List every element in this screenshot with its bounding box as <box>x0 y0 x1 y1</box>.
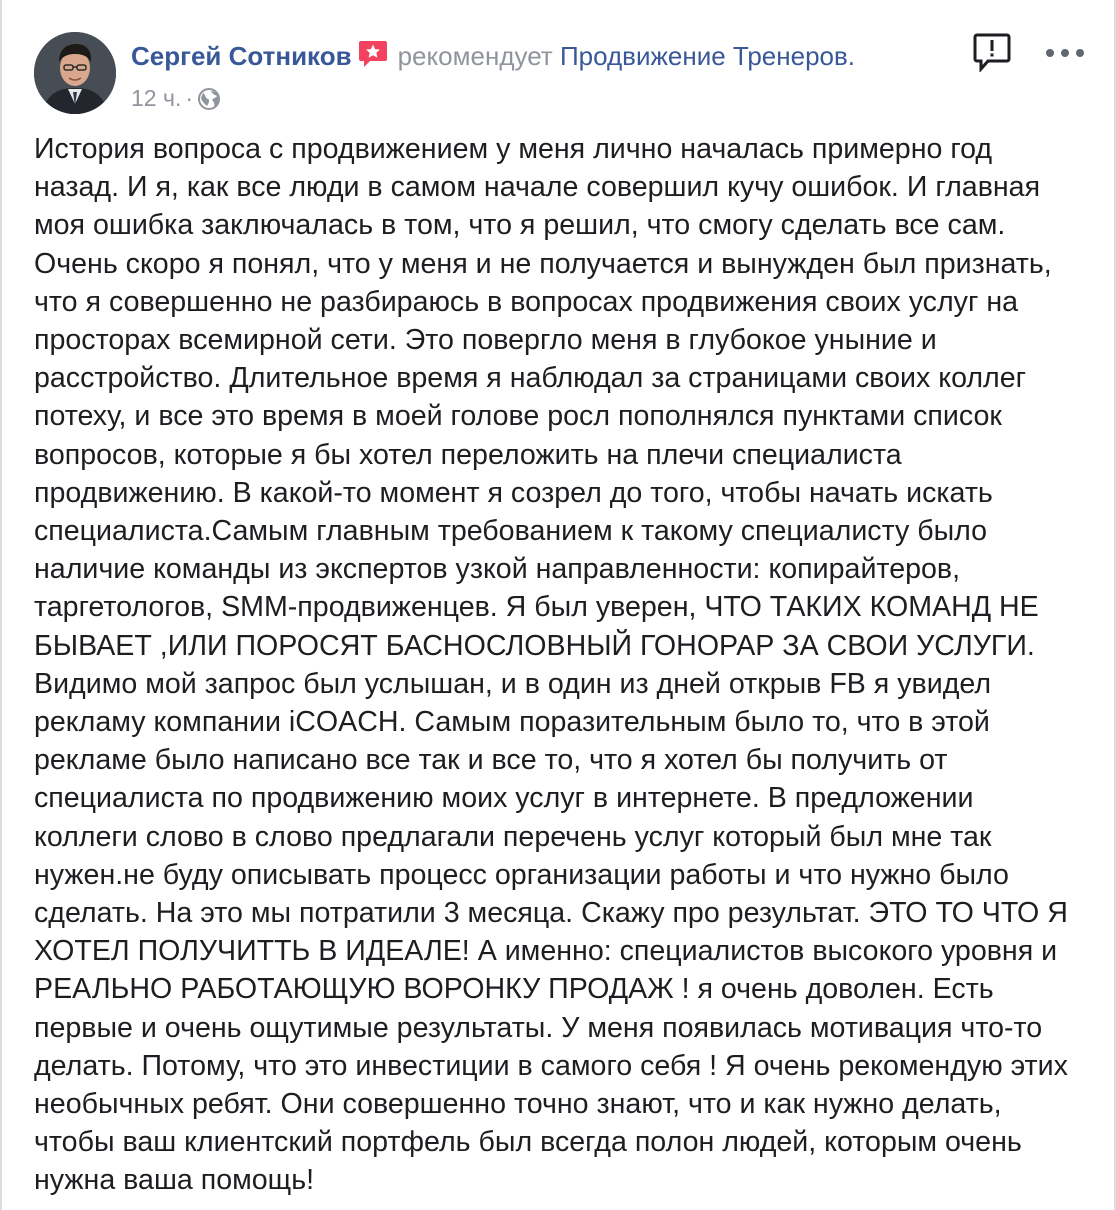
post-meta-line: 12 ч. · <box>131 83 855 118</box>
recommended-page-link[interactable]: Продвижение Тренеров. <box>560 41 855 71</box>
post-body-text: История вопроса с продвижением у меня ли… <box>34 133 1068 1197</box>
more-options-icon[interactable] <box>1042 42 1088 64</box>
post-header-text: Сергей Сотников рекомендует Продвижение … <box>131 38 855 118</box>
action-verb: рекомендует <box>397 41 553 71</box>
post-header: Сергей Сотников рекомендует Продвижение … <box>34 32 1090 116</box>
post-card: Сергей Сотников рекомендует Продвижение … <box>0 0 1116 1210</box>
meta-separator: · <box>185 85 194 111</box>
recommendation-star-icon <box>358 40 388 77</box>
post-title-line: Сергей Сотников рекомендует Продвижение … <box>131 38 855 77</box>
globe-icon[interactable] <box>197 87 221 118</box>
post-timestamp[interactable]: 12 ч. <box>131 85 181 111</box>
report-icon[interactable] <box>972 32 1012 73</box>
author-avatar[interactable] <box>34 32 116 114</box>
author-name-link[interactable]: Сергей Сотников <box>131 41 352 71</box>
